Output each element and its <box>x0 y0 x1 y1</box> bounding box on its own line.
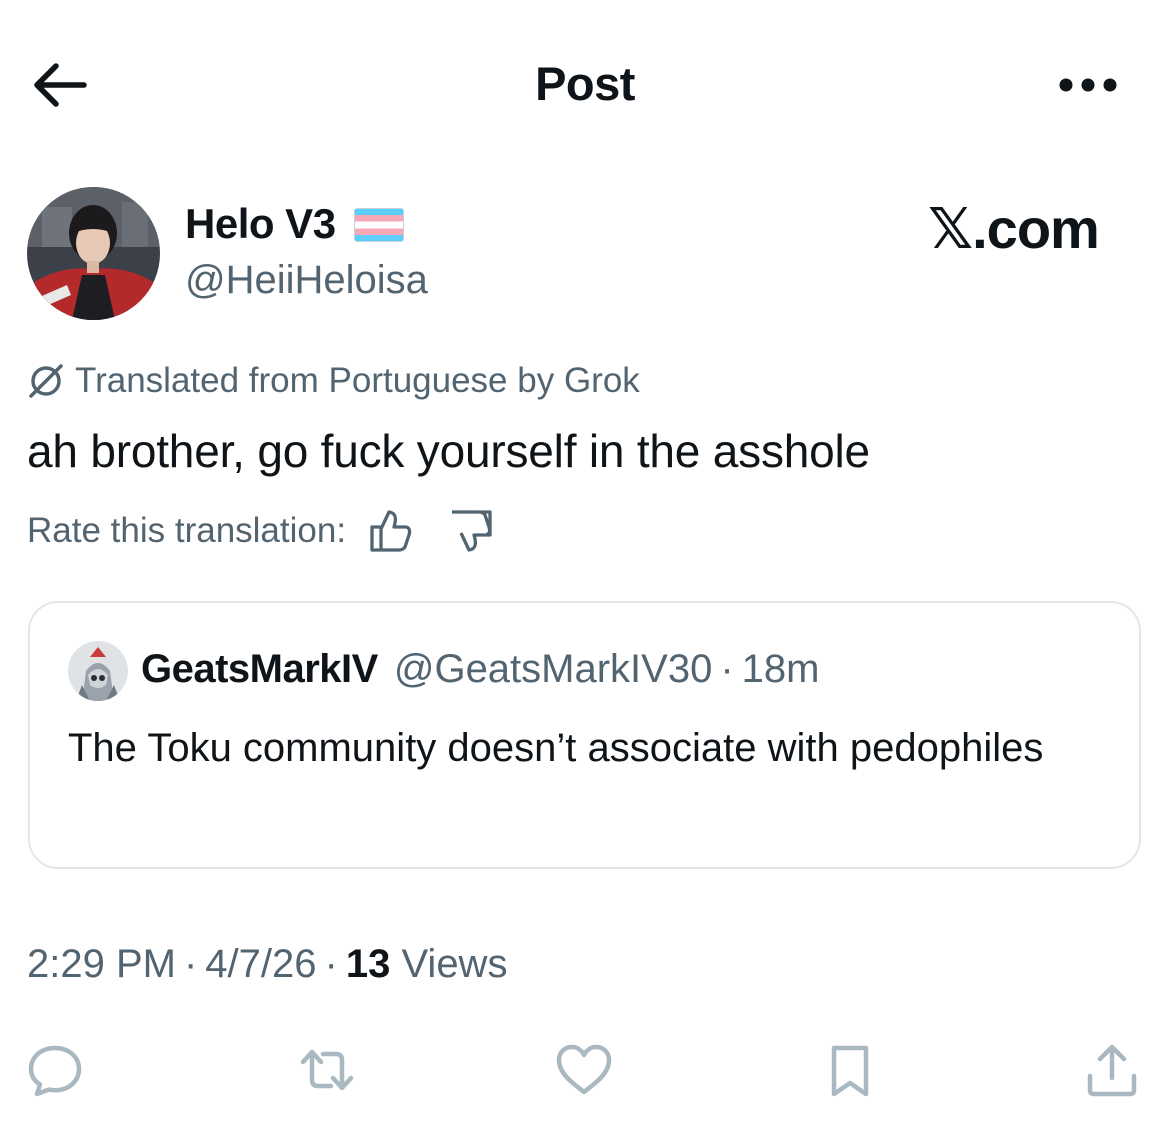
more-horizontal-icon <box>1059 78 1117 92</box>
x-logo: 𝕏 <box>928 197 973 262</box>
quote-author-name[interactable]: GeatsMarkIV <box>141 647 378 692</box>
quote-header: GeatsMarkIV @GeatsMarkIV30 · 18m <box>141 647 819 692</box>
more-options-button[interactable] <box>1050 60 1126 110</box>
bookmark-icon <box>831 1045 869 1097</box>
like-button[interactable] <box>552 1038 616 1102</box>
quote-timestamp[interactable]: 18m <box>742 647 820 692</box>
quote-author-avatar[interactable] <box>68 641 128 701</box>
watermark-suffix: .com <box>972 197 1100 260</box>
author-avatar[interactable] <box>27 187 160 320</box>
rate-translation-label: Rate this translation: <box>27 511 347 550</box>
post-time[interactable]: 2:29 PM <box>27 942 176 986</box>
share-button[interactable] <box>1080 1038 1144 1102</box>
author-name: Helo V3 <box>185 200 336 247</box>
author-handle[interactable]: @HeiiHeloisa <box>185 258 428 303</box>
translation-label: Translated from Portuguese by Grok <box>75 361 640 400</box>
page-title: Post <box>535 57 635 110</box>
quote-author-handle[interactable]: @GeatsMarkIV30 <box>394 647 713 692</box>
author-name-row[interactable]: Helo V3 <box>185 200 404 248</box>
views-label: Views <box>401 942 508 986</box>
quoted-post-card[interactable]: GeatsMarkIV @GeatsMarkIV30 · 18m The Tok… <box>28 601 1141 869</box>
tweet-text: ah brother, go fuck yourself in the assh… <box>27 425 870 477</box>
translation-notice: Translated from Portuguese by Grok <box>27 361 640 401</box>
transgender-flag-icon <box>353 208 404 242</box>
grok-icon <box>29 364 63 398</box>
repost-icon <box>300 1049 354 1091</box>
bookmark-button[interactable] <box>818 1038 882 1102</box>
x-com-watermark: 𝕏.com <box>928 196 1100 262</box>
meta-separator: · <box>183 942 198 986</box>
rate-translation-row: Rate this translation: <box>27 508 494 554</box>
heart-icon <box>556 1044 612 1095</box>
thumbs-down-icon[interactable] <box>448 508 494 554</box>
quote-text: The Toku community doesn’t associate wit… <box>68 726 1044 770</box>
post-meta: 2:29 PM · 4/7/26 · 13 Views <box>27 942 507 987</box>
repost-button[interactable] <box>295 1038 359 1102</box>
thumbs-up-icon[interactable] <box>368 508 414 554</box>
views-count: 13 <box>345 942 391 986</box>
post-date[interactable]: 4/7/26 <box>205 942 316 986</box>
reply-button[interactable] <box>23 1038 87 1102</box>
meta-separator: · <box>324 942 338 986</box>
reply-icon <box>28 1045 82 1097</box>
share-icon <box>1087 1044 1137 1097</box>
quote-separator: · <box>720 647 734 691</box>
